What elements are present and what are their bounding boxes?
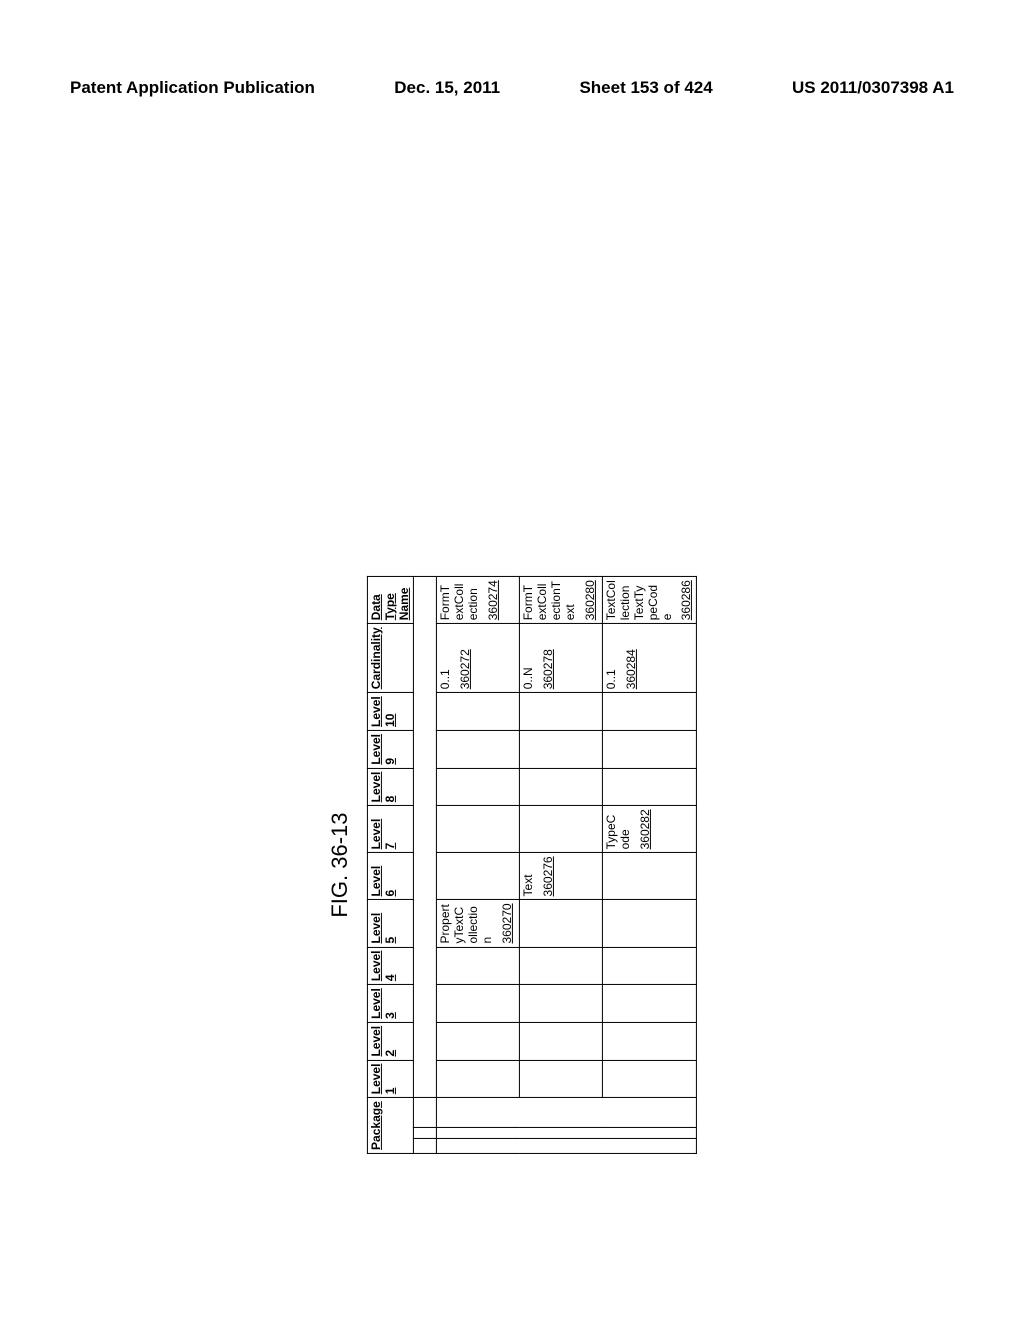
table-row: Text 360276 0..N 360278 FormTextCollecti… [520, 577, 603, 1154]
col-cardinality: Cardinality [367, 624, 413, 693]
col-level4: Level 4 [367, 947, 413, 985]
col-level6: Level 6 [367, 853, 413, 900]
header-left: Patent Application Publication [70, 78, 315, 98]
cell-l9 [437, 730, 520, 768]
package-subcol-3 [414, 1098, 437, 1128]
data-type-ref: 360286 [680, 580, 694, 620]
col-level8: Level 8 [367, 768, 413, 806]
data-type-ref: 360280 [583, 580, 597, 620]
cell-data-type: FormTextCollection 360274 [437, 577, 520, 624]
header-docket: US 2011/0307398 A1 [792, 78, 954, 98]
data-type-label: FormTextCollectionText [522, 580, 577, 620]
cell-l1 [603, 1060, 697, 1098]
level6-ref: 360276 [542, 856, 556, 896]
table-row: TypeCode 360282 0..1 360284 TextCollecti… [603, 577, 697, 1154]
cell-l3 [437, 985, 520, 1023]
cell-l5 [603, 900, 697, 947]
cell-data-type: FormTextCollectionText 360280 [520, 577, 603, 624]
cardinality-ref: 360284 [625, 649, 639, 689]
col-level5: Level 5 [367, 900, 413, 947]
cell-l8 [437, 768, 520, 806]
col-level3: Level 3 [367, 985, 413, 1023]
cell-l5: PropertyTextCollection 360270 [437, 900, 520, 947]
cell-l1 [437, 1060, 520, 1098]
cell-l4 [603, 947, 697, 985]
cardinality-value: 0..N [522, 627, 536, 689]
header-sheet: Sheet 153 of 424 [579, 78, 712, 98]
cell-l1 [520, 1060, 603, 1098]
page-header: Patent Application Publication Dec. 15, … [0, 78, 1024, 98]
col-level2: Level 2 [367, 1022, 413, 1060]
data-type-label: FormTextCollection [439, 580, 480, 620]
cell-l6 [437, 853, 520, 900]
package-subcol-2 [414, 1127, 437, 1138]
header-date: Dec. 15, 2011 [394, 78, 500, 98]
cell-l10 [520, 693, 603, 731]
table-row: PropertyTextCollection 360270 0..1 36027… [437, 577, 520, 1154]
level6-label: Text [522, 856, 536, 896]
cardinality-ref: 360272 [459, 649, 473, 689]
cell-l10 [603, 693, 697, 731]
cell-l8 [603, 768, 697, 806]
level7-label: TypeCode [605, 809, 633, 849]
cell-l10 [437, 693, 520, 731]
cell-cardinality: 0..N 360278 [520, 624, 603, 693]
cardinality-ref: 360278 [542, 649, 556, 689]
cell-l6: Text 360276 [520, 853, 603, 900]
figure-container: FIG. 36-13 Package Level 1 Level 2 Level… [327, 576, 697, 1154]
col-level10: Level 10 [367, 693, 413, 731]
cell-l8 [520, 768, 603, 806]
figure-label: FIG. 36-13 [327, 576, 353, 1154]
cell-l7 [520, 806, 603, 853]
package-cell-2 [437, 1127, 697, 1138]
package-subheader-row [414, 577, 437, 1154]
package-cell-1 [437, 1138, 697, 1153]
package-cell-3 [437, 1098, 697, 1128]
data-type-label: TextCollectionTextTypeCode [605, 580, 674, 620]
cell-l4 [437, 947, 520, 985]
cell-data-type: TextCollectionTextTypeCode 360286 [603, 577, 697, 624]
data-type-ref: 360274 [487, 580, 501, 620]
cell-l7 [437, 806, 520, 853]
cardinality-value: 0..1 [605, 627, 619, 689]
cardinality-value: 0..1 [439, 627, 453, 689]
col-data-type-name: Data Type Name [367, 577, 413, 624]
level5-ref: 360270 [500, 903, 514, 943]
package-subcol-1 [414, 1138, 437, 1153]
data-table: Package Level 1 Level 2 Level 3 Level 4 … [367, 576, 697, 1154]
col-level1: Level 1 [367, 1060, 413, 1098]
cell-l9 [603, 730, 697, 768]
table-header-row: Package Level 1 Level 2 Level 3 Level 4 … [367, 577, 413, 1154]
cell-l4 [520, 947, 603, 985]
cell-l2 [520, 1022, 603, 1060]
col-level7: Level 7 [367, 806, 413, 853]
col-package: Package [367, 1098, 413, 1154]
cell-l3 [520, 985, 603, 1023]
cell-l9 [520, 730, 603, 768]
cell-l3 [603, 985, 697, 1023]
col-level9: Level 9 [367, 730, 413, 768]
cell-l7: TypeCode 360282 [603, 806, 697, 853]
cell-l2 [437, 1022, 520, 1060]
level7-ref: 360282 [639, 809, 653, 849]
cell-l5 [520, 900, 603, 947]
cell-cardinality: 0..1 360284 [603, 624, 697, 693]
subheader-spacer [414, 577, 437, 1098]
cell-cardinality: 0..1 360272 [437, 624, 520, 693]
cell-l2 [603, 1022, 697, 1060]
level5-label: PropertyTextCollection [439, 903, 494, 943]
cell-l6 [603, 853, 697, 900]
